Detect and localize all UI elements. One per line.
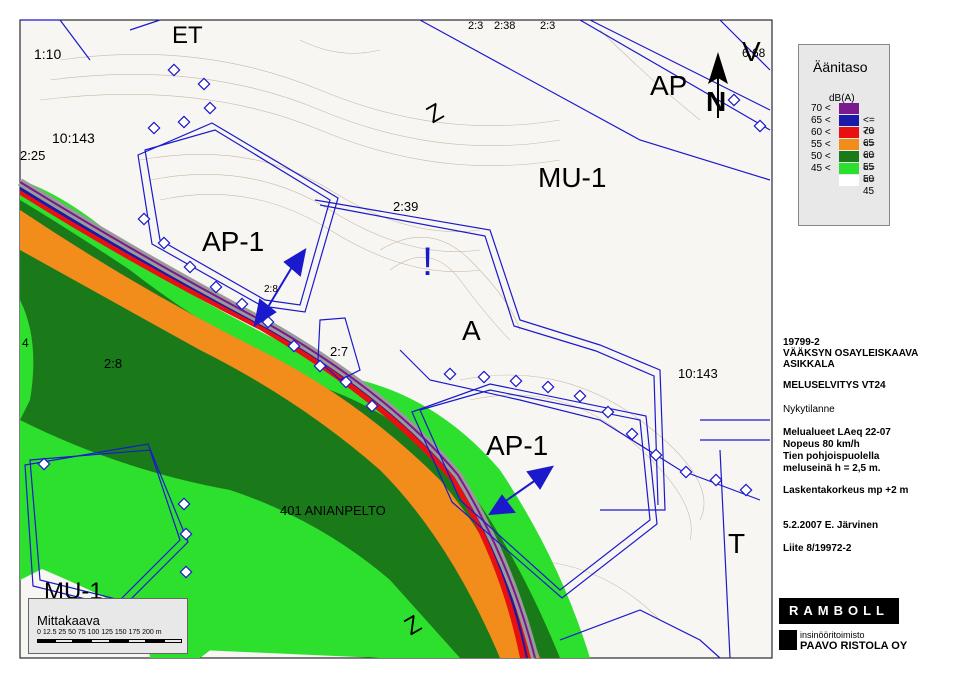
info-scenario: Nykytilanne [783,404,835,415]
zone-label-ap: AP [650,70,688,101]
parcel-label: 2:8 [264,284,278,295]
parcel-label: 2:7 [330,344,349,359]
info-areas: Melualueet LAeq 22-07 [783,427,891,438]
legend-row: <= 45 [807,175,887,197]
parcel-label: 1:10 [34,46,62,62]
scale-ticks: 0 12.5 25 50 75 100 125 150 175 200 m [37,629,162,636]
scale-bar [37,639,182,643]
parcel-label: 6:68 [742,46,766,60]
scale-bar-box: Mittakaava 0 12.5 25 50 75 100 125 150 1… [28,598,188,654]
ramboll-logo: RAMBOLL [779,598,899,624]
zone-label-t: T [728,528,746,559]
parcel-label: 2:39 [393,199,419,214]
warning-mark: ! [422,240,434,284]
parcel-label: 10:143 [678,366,718,381]
info-wall2: meluseinä h = 2,5 m. [783,463,881,474]
zone-label-ap1-right: AP-1 [486,430,549,461]
zone-label-et: ET [172,22,203,49]
legend-row: 60 < <= 65 [811,127,875,149]
parcel-label: 2:8 [104,356,123,371]
legend-row: 50 < <= 55 [811,151,875,173]
ristola-logo-sub: insinööritoimisto [800,630,865,640]
scale-title: Mittakaava [37,613,100,628]
ristola-logo-name: PAAVO RISTOLA OY [800,640,908,652]
ristola-logo-mark [779,630,797,650]
legend-row: 55 < <= 60 [811,139,875,161]
parcel-label: 2:3 [468,20,484,32]
legend-title: Äänitaso [813,59,868,75]
legend-row: 65 < <= 70 [811,115,875,137]
info-calc: MELUSELVITYS VT24 [783,380,886,391]
parcel-label: 2:25 [20,148,46,163]
legend-row: 70 < [807,103,887,115]
noise-legend: Äänitaso dB(A) 70 < 65 < <= 70 60 < <= 65 … [798,44,890,226]
parcel-label: 2:38 [494,20,516,32]
parcel-label: 10:143 [52,130,95,146]
info-height: Laskentakorkeus mp +2 m [783,485,909,496]
info-date: 5.2.2007 E. Järvinen [783,520,879,531]
info-appendix: Liite 8/19972-2 [783,543,852,554]
north-label: N [706,86,727,117]
zone-label-ap1-left: AP-1 [202,226,265,257]
info-municipality: ASIKKALA [783,359,835,370]
info-wall1: Tien pohjoispuolella [783,451,880,462]
parcel-label: 2:3 [540,20,556,32]
zone-label-mu1: MU-1 [538,162,607,193]
legend-row: 45 < <= 50 [811,163,875,185]
zone-label-a: A [462,315,481,346]
info-speed: Nopeus 80 km/h [783,439,860,450]
parcel-label: 4 [22,336,29,350]
parcel-label: 401 ANIANPELTO [280,503,386,518]
